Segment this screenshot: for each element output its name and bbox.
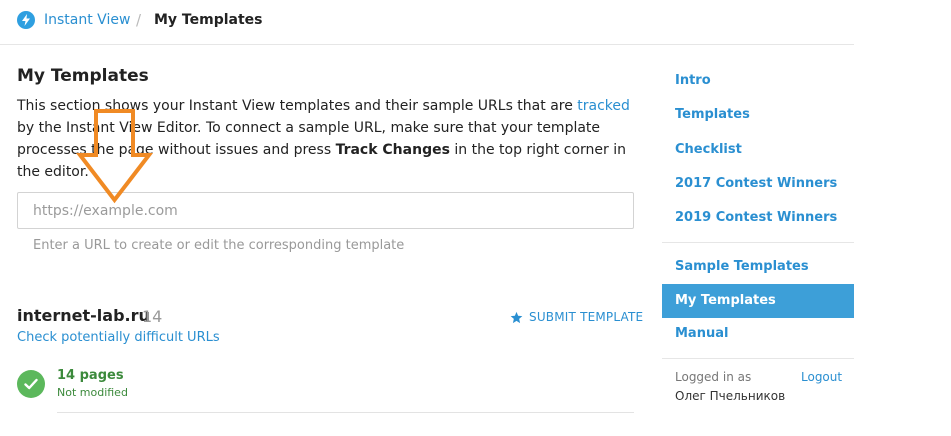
sidebar-divider	[662, 242, 854, 243]
sidebar-divider	[662, 358, 854, 359]
sidebar-item-checklist[interactable]: Checklist	[662, 133, 854, 167]
header: Instant View / My Templates	[0, 0, 854, 45]
breadcrumb-current: My Templates	[154, 12, 263, 28]
intro-text: This section shows your Instant View tem…	[17, 95, 639, 183]
pages-count[interactable]: 14 pages	[57, 368, 124, 383]
divider	[57, 412, 634, 413]
url-input-hint: Enter a URL to create or edit the corres…	[33, 238, 405, 253]
breadcrumb-instant-view-link[interactable]: Instant View	[44, 12, 130, 28]
sidebar-item-2019-contest-winners[interactable]: 2019 Contest Winners	[662, 201, 854, 235]
sidebar-item-my-templates[interactable]: My Templates	[662, 284, 854, 318]
template-count: 14	[142, 307, 163, 326]
logged-in-label: Logged in as	[675, 370, 752, 384]
lightning-icon[interactable]	[17, 11, 35, 29]
track-changes-label: Track Changes	[335, 142, 450, 158]
check-difficult-urls-link[interactable]: Check potentially difficult URLs	[17, 330, 220, 345]
sidebar-item-2017-contest-winners[interactable]: 2017 Contest Winners	[662, 167, 854, 201]
sidebar-item-templates[interactable]: Templates	[662, 98, 854, 132]
check-icon	[17, 370, 45, 398]
sidebar-item-sample-templates[interactable]: Sample Templates	[662, 250, 854, 284]
sidebar-item-manual[interactable]: Manual	[662, 317, 854, 351]
template-status: Not modified	[57, 386, 128, 399]
url-input[interactable]	[17, 192, 634, 229]
submit-template-button[interactable]: SUBMIT TEMPLATE	[510, 310, 643, 324]
breadcrumb-separator: /	[136, 11, 142, 29]
page-title: My Templates	[17, 66, 149, 86]
username: Олег Пчельников	[675, 389, 786, 403]
star-icon	[510, 311, 523, 323]
intro-text-part: This section shows your Instant View tem…	[17, 98, 578, 114]
submit-template-label: SUBMIT TEMPLATE	[529, 310, 644, 324]
tracked-link[interactable]: tracked	[577, 98, 630, 114]
template-domain[interactable]: internet-lab.ru	[17, 306, 150, 325]
logout-link[interactable]: Logout	[801, 370, 842, 384]
sidebar-item-intro[interactable]: Intro	[662, 64, 854, 98]
